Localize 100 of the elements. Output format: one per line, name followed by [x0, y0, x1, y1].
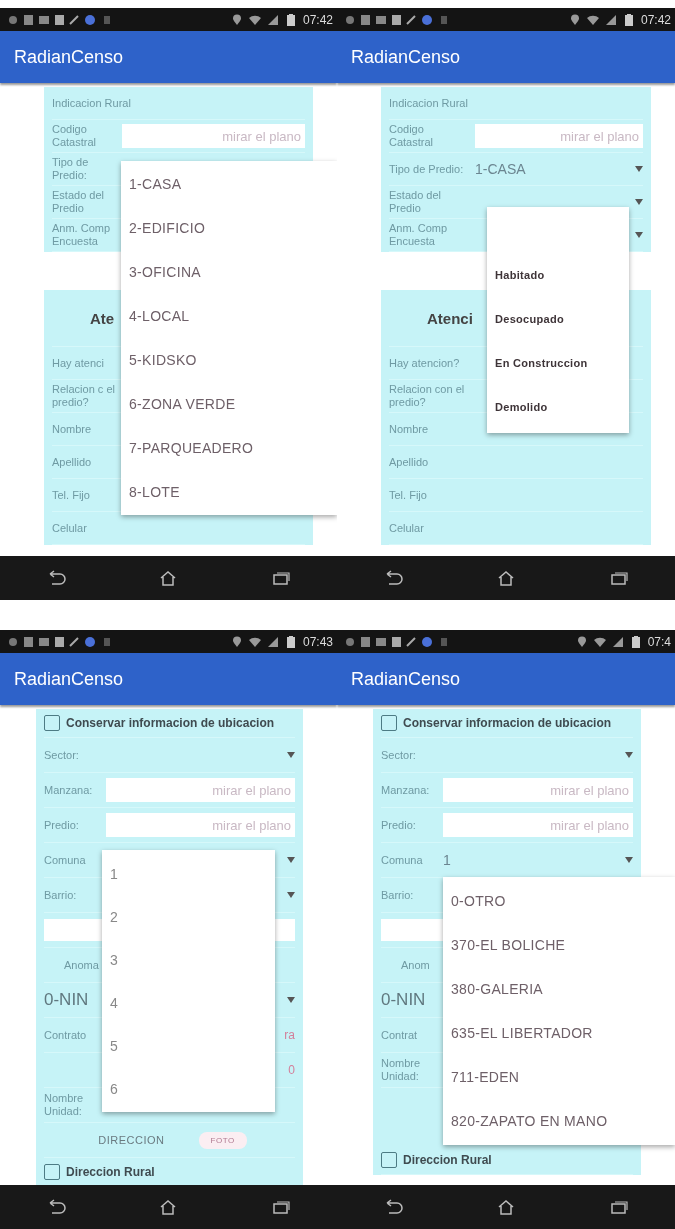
- clock-time: 07:42: [640, 12, 671, 27]
- field-label: Codigo Catastral: [52, 123, 98, 149]
- field-label: Predio:: [381, 818, 417, 832]
- signal-icon: [611, 635, 624, 648]
- app-title: RadianCenso: [351, 668, 461, 690]
- field-label: Predio:: [44, 818, 80, 832]
- field-label: Celular: [52, 521, 88, 535]
- dropdown-value: 1-CASA: [475, 161, 526, 177]
- home-icon: [496, 570, 516, 586]
- text-field[interactable]: mirar el plano: [443, 778, 633, 802]
- field-label: Manzana:: [44, 783, 94, 797]
- menu-item[interactable]: 1: [102, 852, 275, 895]
- signal-icon: [604, 13, 617, 26]
- signal-icon: [266, 635, 279, 648]
- text-field[interactable]: mirar el plano: [475, 124, 643, 148]
- field-label: Nombre Unidad:: [44, 1092, 85, 1118]
- field-label: Tipo de Predio:: [52, 156, 90, 182]
- menu-item[interactable]: 4: [102, 981, 275, 1024]
- location-pin-icon: [575, 635, 588, 648]
- dropdown-value: 0-NIN: [381, 990, 426, 1010]
- checkbox-label: Conservar informacion de ubicacion: [403, 716, 612, 730]
- field-label: Codigo Catastral: [389, 123, 435, 149]
- menu-item[interactable]: 370-EL BOLICHE: [443, 923, 675, 967]
- field-label: Anm. Comp Encuesta: [52, 222, 112, 248]
- checkbox[interactable]: [44, 715, 60, 731]
- photo-button[interactable]: FOTO: [198, 1131, 247, 1149]
- field-label: Anom: [401, 959, 430, 971]
- app-title: RadianCenso: [351, 46, 461, 68]
- checkbox-label: Conservar informacion de ubicacion: [66, 716, 275, 730]
- text-field[interactable]: mirar el plano: [106, 778, 295, 802]
- text-field[interactable]: mirar el plano: [106, 813, 295, 837]
- menu-item[interactable]: Desocupado: [487, 297, 629, 341]
- clock-time: 07:43: [302, 634, 333, 649]
- section-heading: Ate: [90, 309, 115, 327]
- menu-item[interactable]: 820-ZAPATO EN MANO: [443, 1099, 675, 1143]
- field-label: Contrato: [44, 1028, 88, 1042]
- field-label: Comuna: [44, 853, 87, 867]
- field-label: Anm. Comp Encuesta: [389, 222, 449, 248]
- app-title: RadianCenso: [14, 668, 124, 690]
- field-label: Nombre: [52, 422, 93, 436]
- menu-item[interactable]: 2: [102, 895, 275, 938]
- menu-item[interactable]: 1-CASA: [121, 162, 337, 206]
- dropdown-value: 0-NIN: [44, 990, 89, 1010]
- menu-item[interactable]: 7-PARQUEADERO: [121, 426, 337, 470]
- checkbox[interactable]: [44, 1164, 60, 1180]
- menu-item[interactable]: 8-LOTE: [121, 470, 337, 514]
- field-label: Barrio:: [44, 888, 78, 902]
- menu-item[interactable]: Habitado: [487, 253, 629, 297]
- field-label: Relacion c el predio?: [52, 383, 116, 409]
- field-value: 0: [288, 1063, 295, 1077]
- menu-item[interactable]: 4-LOCAL: [121, 294, 337, 338]
- field-label: Estado del Predio: [389, 189, 442, 215]
- menu-item[interactable]: En Construccion: [487, 341, 629, 385]
- menu-item[interactable]: 635-EL LIBERTADOR: [443, 1011, 675, 1055]
- text-field[interactable]: mirar el plano: [443, 813, 633, 837]
- field-label: Estado del Predio: [52, 189, 105, 215]
- field-label: Apellido: [389, 455, 430, 469]
- recent-apps-icon: [608, 1199, 629, 1215]
- field-label: Manzana:: [381, 783, 431, 797]
- field-label: Apellido: [52, 455, 93, 469]
- checkbox-label: Direccion Rural: [66, 1165, 155, 1179]
- menu-item[interactable]: 6-ZONA VERDE: [121, 382, 337, 426]
- section-heading: Atenci: [427, 309, 473, 327]
- field-label: Tel. Fijo: [389, 488, 428, 502]
- location-pin-icon: [568, 13, 581, 26]
- clock-time: 07:4: [647, 634, 671, 649]
- location-pin-icon: [230, 13, 243, 26]
- battery-icon: [629, 635, 642, 648]
- text-field[interactable]: mirar el plano: [122, 124, 305, 148]
- field-label: Nombre Unidad:: [381, 1057, 422, 1083]
- field-label: Sector:: [44, 748, 80, 762]
- menu-item[interactable]: 3-OFICINA: [121, 250, 337, 294]
- menu-item[interactable]: 6: [102, 1067, 275, 1110]
- field-label: Tipo de Predio:: [389, 162, 465, 176]
- wifi-icon: [586, 13, 599, 26]
- clock-time: 07:42: [302, 12, 333, 27]
- dropdown-value: 1: [443, 852, 451, 868]
- menu-item[interactable]: 3: [102, 938, 275, 981]
- battery-icon: [284, 13, 297, 26]
- home-icon: [496, 1199, 516, 1215]
- menu-item[interactable]: 2-EDIFICIO: [121, 206, 337, 250]
- field-label: Sector:: [381, 748, 417, 762]
- field-label: Barrio:: [381, 888, 415, 902]
- wifi-icon: [593, 635, 606, 648]
- field-label: Indicacion Rural: [389, 96, 469, 110]
- field-label: Indicacion Rural: [52, 96, 131, 110]
- menu-item[interactable]: 711-EDEN: [443, 1055, 675, 1099]
- menu-item[interactable]: 0-OTRO: [443, 879, 675, 923]
- field-label: Hay atenci: [52, 356, 105, 370]
- address-button[interactable]: DIRECCION: [92, 1130, 171, 1150]
- battery-icon: [284, 635, 297, 648]
- menu-item[interactable]: 5-KIDSKO: [121, 338, 337, 382]
- menu-item[interactable]: 380-GALERIA: [443, 967, 675, 1011]
- checkbox[interactable]: [381, 1152, 397, 1168]
- recent-apps-icon: [608, 570, 629, 586]
- menu-item[interactable]: Demolido: [487, 385, 629, 429]
- checkbox[interactable]: [381, 715, 397, 731]
- field-label: Hay atencion?: [389, 356, 461, 370]
- menu-item[interactable]: 5: [102, 1024, 275, 1067]
- wifi-icon: [248, 635, 261, 648]
